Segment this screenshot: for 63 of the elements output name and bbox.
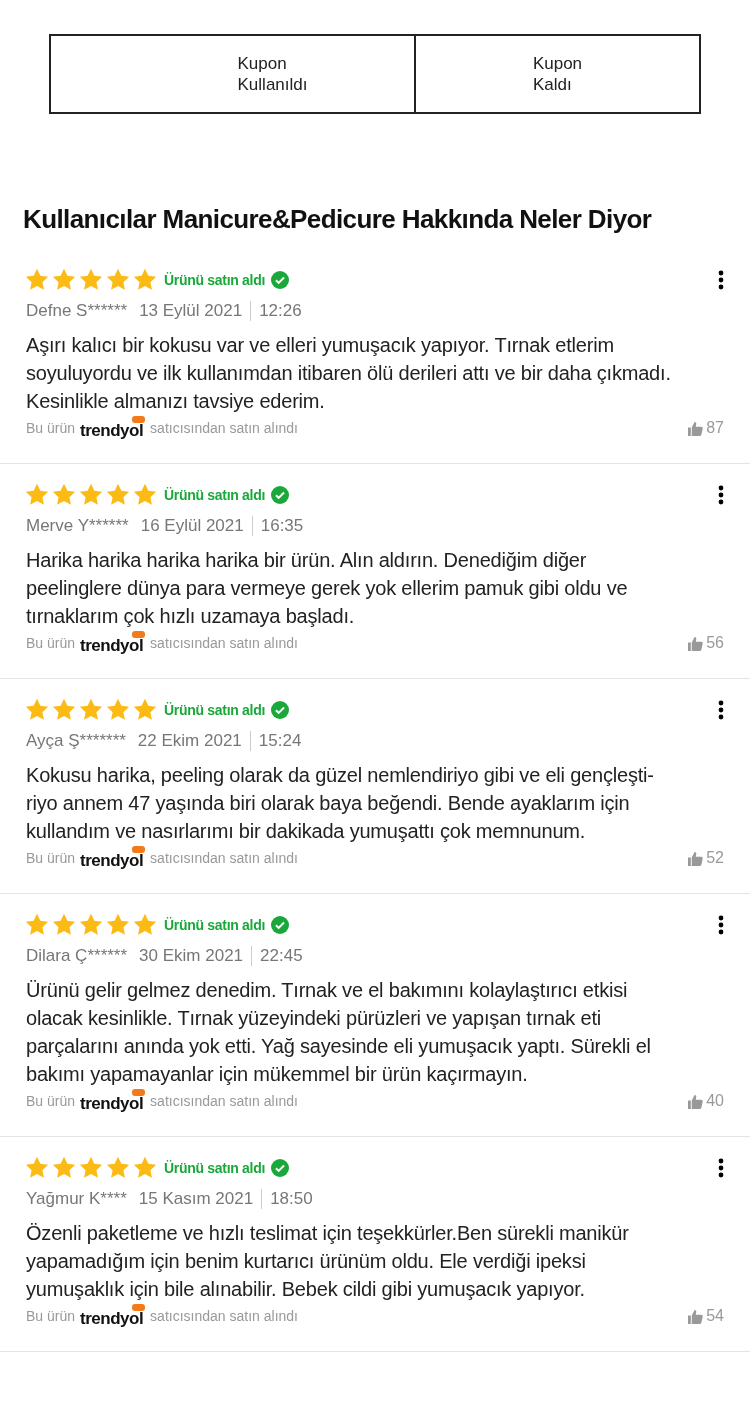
reviewer-name: Defne S****** (26, 301, 128, 321)
seller-note: Bu ürün (26, 420, 76, 436)
thumbs-up-icon[interactable] (688, 1308, 704, 1324)
reviewer-name: Yağmur K**** (26, 1189, 127, 1209)
review-time: 22:45 (260, 946, 303, 966)
like-count: 87 (706, 419, 724, 437)
review-time: 16:35 (260, 516, 304, 536)
seller-note: Bu ürün (26, 850, 76, 866)
seller-logo: trendyol (80, 846, 146, 870)
seller-note: satıcısından satın alındı (150, 1093, 298, 1109)
like-count: 56 (706, 634, 724, 652)
purchase-label: Ürünü satın aldı (164, 272, 265, 288)
review-time: 12:26 (259, 301, 302, 321)
seller-logo: trendyol (80, 1089, 146, 1113)
seller-note: Bu ürün (26, 1308, 76, 1324)
check-icon (271, 701, 289, 719)
more-icon[interactable] (718, 700, 724, 720)
check-icon (271, 916, 289, 934)
seller-note: satıcısından satın alındı (150, 420, 298, 436)
purchase-label: Ürünü satın aldı (164, 1160, 265, 1176)
seller-note: Bu ürün (26, 1093, 76, 1109)
reviewer-name: Ayça Ş******* (26, 731, 126, 751)
more-icon[interactable] (718, 915, 724, 935)
seller-note: satıcısından satın alındı (150, 850, 298, 866)
review-text: Harika harika harika harika bir ürün. Alın aldırın. Denediğim diğer peelinglere dünya para vermeye gerek yok ellerim pamuk gibi oldu ve tırnaklarım çok hızlı uzamaya başladı. (26, 548, 629, 629)
more-icon[interactable] (718, 485, 724, 505)
thumbs-up-icon[interactable] (688, 635, 704, 651)
like-count: 54 (706, 1307, 724, 1325)
thumbs-up-icon[interactable] (688, 850, 704, 866)
more-icon[interactable] (718, 270, 724, 290)
reviewer-name: Merve Y****** (26, 516, 129, 536)
more-icon[interactable] (718, 1158, 724, 1178)
reviewer-name: Dilara Ç****** (26, 946, 128, 966)
check-icon (271, 1159, 289, 1177)
section-title: Kullanıcılar Manicure&Pedicure Hakkında Neler Diyor (23, 204, 653, 235)
check-icon (271, 271, 289, 289)
review-text: Özenli paketleme ve hızlı teslimat için teşekkürler.Ben sürekli manikür yapamadığım için benim kurtarıcı ürünüm oldu. Ele verdiği ipeksi yumuşaklık için bile alınabilir. Bebek cildi gibi yumuşacık yapıyor. (26, 1221, 630, 1302)
purchase-label: Ürünü satın aldı (164, 917, 265, 933)
review-time: 18:50 (270, 1189, 313, 1209)
seller-note: satıcısından satın alındı (150, 635, 298, 651)
review-date: 16 Eylül 2021 (140, 516, 253, 536)
review-text: Kokusu harika, peeling olarak da güzel nemlendiriyo gibi ve eli gençleşti-riyo annem 47 yaşında biri olarak baya beğendi. Bende ayaklarım için kullandım ve nasırlarımı bir dakikada yumuşattı çok memnunum. (26, 763, 655, 844)
seller-note: satıcısından satın alındı (150, 1308, 298, 1324)
purchase-label: Ürünü satın aldı (164, 487, 265, 503)
thumbs-up-icon[interactable] (688, 420, 704, 436)
review-date: 30 Ekim 2021 (139, 946, 253, 966)
coupon-stat: Kupon Kullanıldı (236, 53, 309, 96)
seller-logo: trendyol (80, 416, 146, 440)
like-count: 40 (706, 1092, 724, 1110)
review-text: Aşırı kalıcı bir kokusu var ve elleri yumuşacık yapıyor. Tırnak etlerim soyuluyordu ve ilk kullanımdan itibaren ölü derileri attı ve bir daha çıkmadı. Kesinlikle almanızı tavsiye ederim. (26, 333, 672, 414)
seller-logo: trendyol (80, 1304, 146, 1328)
review-time: 15:24 (258, 731, 302, 751)
review-date: 13 Eylül 2021 (139, 301, 252, 321)
like-count: 52 (706, 849, 724, 867)
thumbs-up-icon[interactable] (688, 1093, 704, 1109)
coupon-stat: Kupon Kaldı (414, 36, 699, 112)
review-text: Ürünü gelir gelmez denedim. Tırnak ve el bakımını kolaylaştırıcı etkisi olacak kesinlikle. Tırnak yüzeyindeki pürüzleri ve yapışan tırnak eti parçalarını anında yok etti. Yağ sayesinde eli yumuşacık yaptı. Sürekli el bakımı yapamayanlar için mükemmel bir ürün kaçırmayın. (26, 978, 652, 1087)
seller-logo: trendyol (80, 631, 146, 655)
review-date: 15 Kasım 2021 (138, 1189, 263, 1209)
purchase-label: Ürünü satın aldı (164, 702, 265, 718)
seller-note: Bu ürün (26, 635, 76, 651)
check-icon (271, 486, 289, 504)
review-date: 22 Ekim 2021 (137, 731, 251, 751)
